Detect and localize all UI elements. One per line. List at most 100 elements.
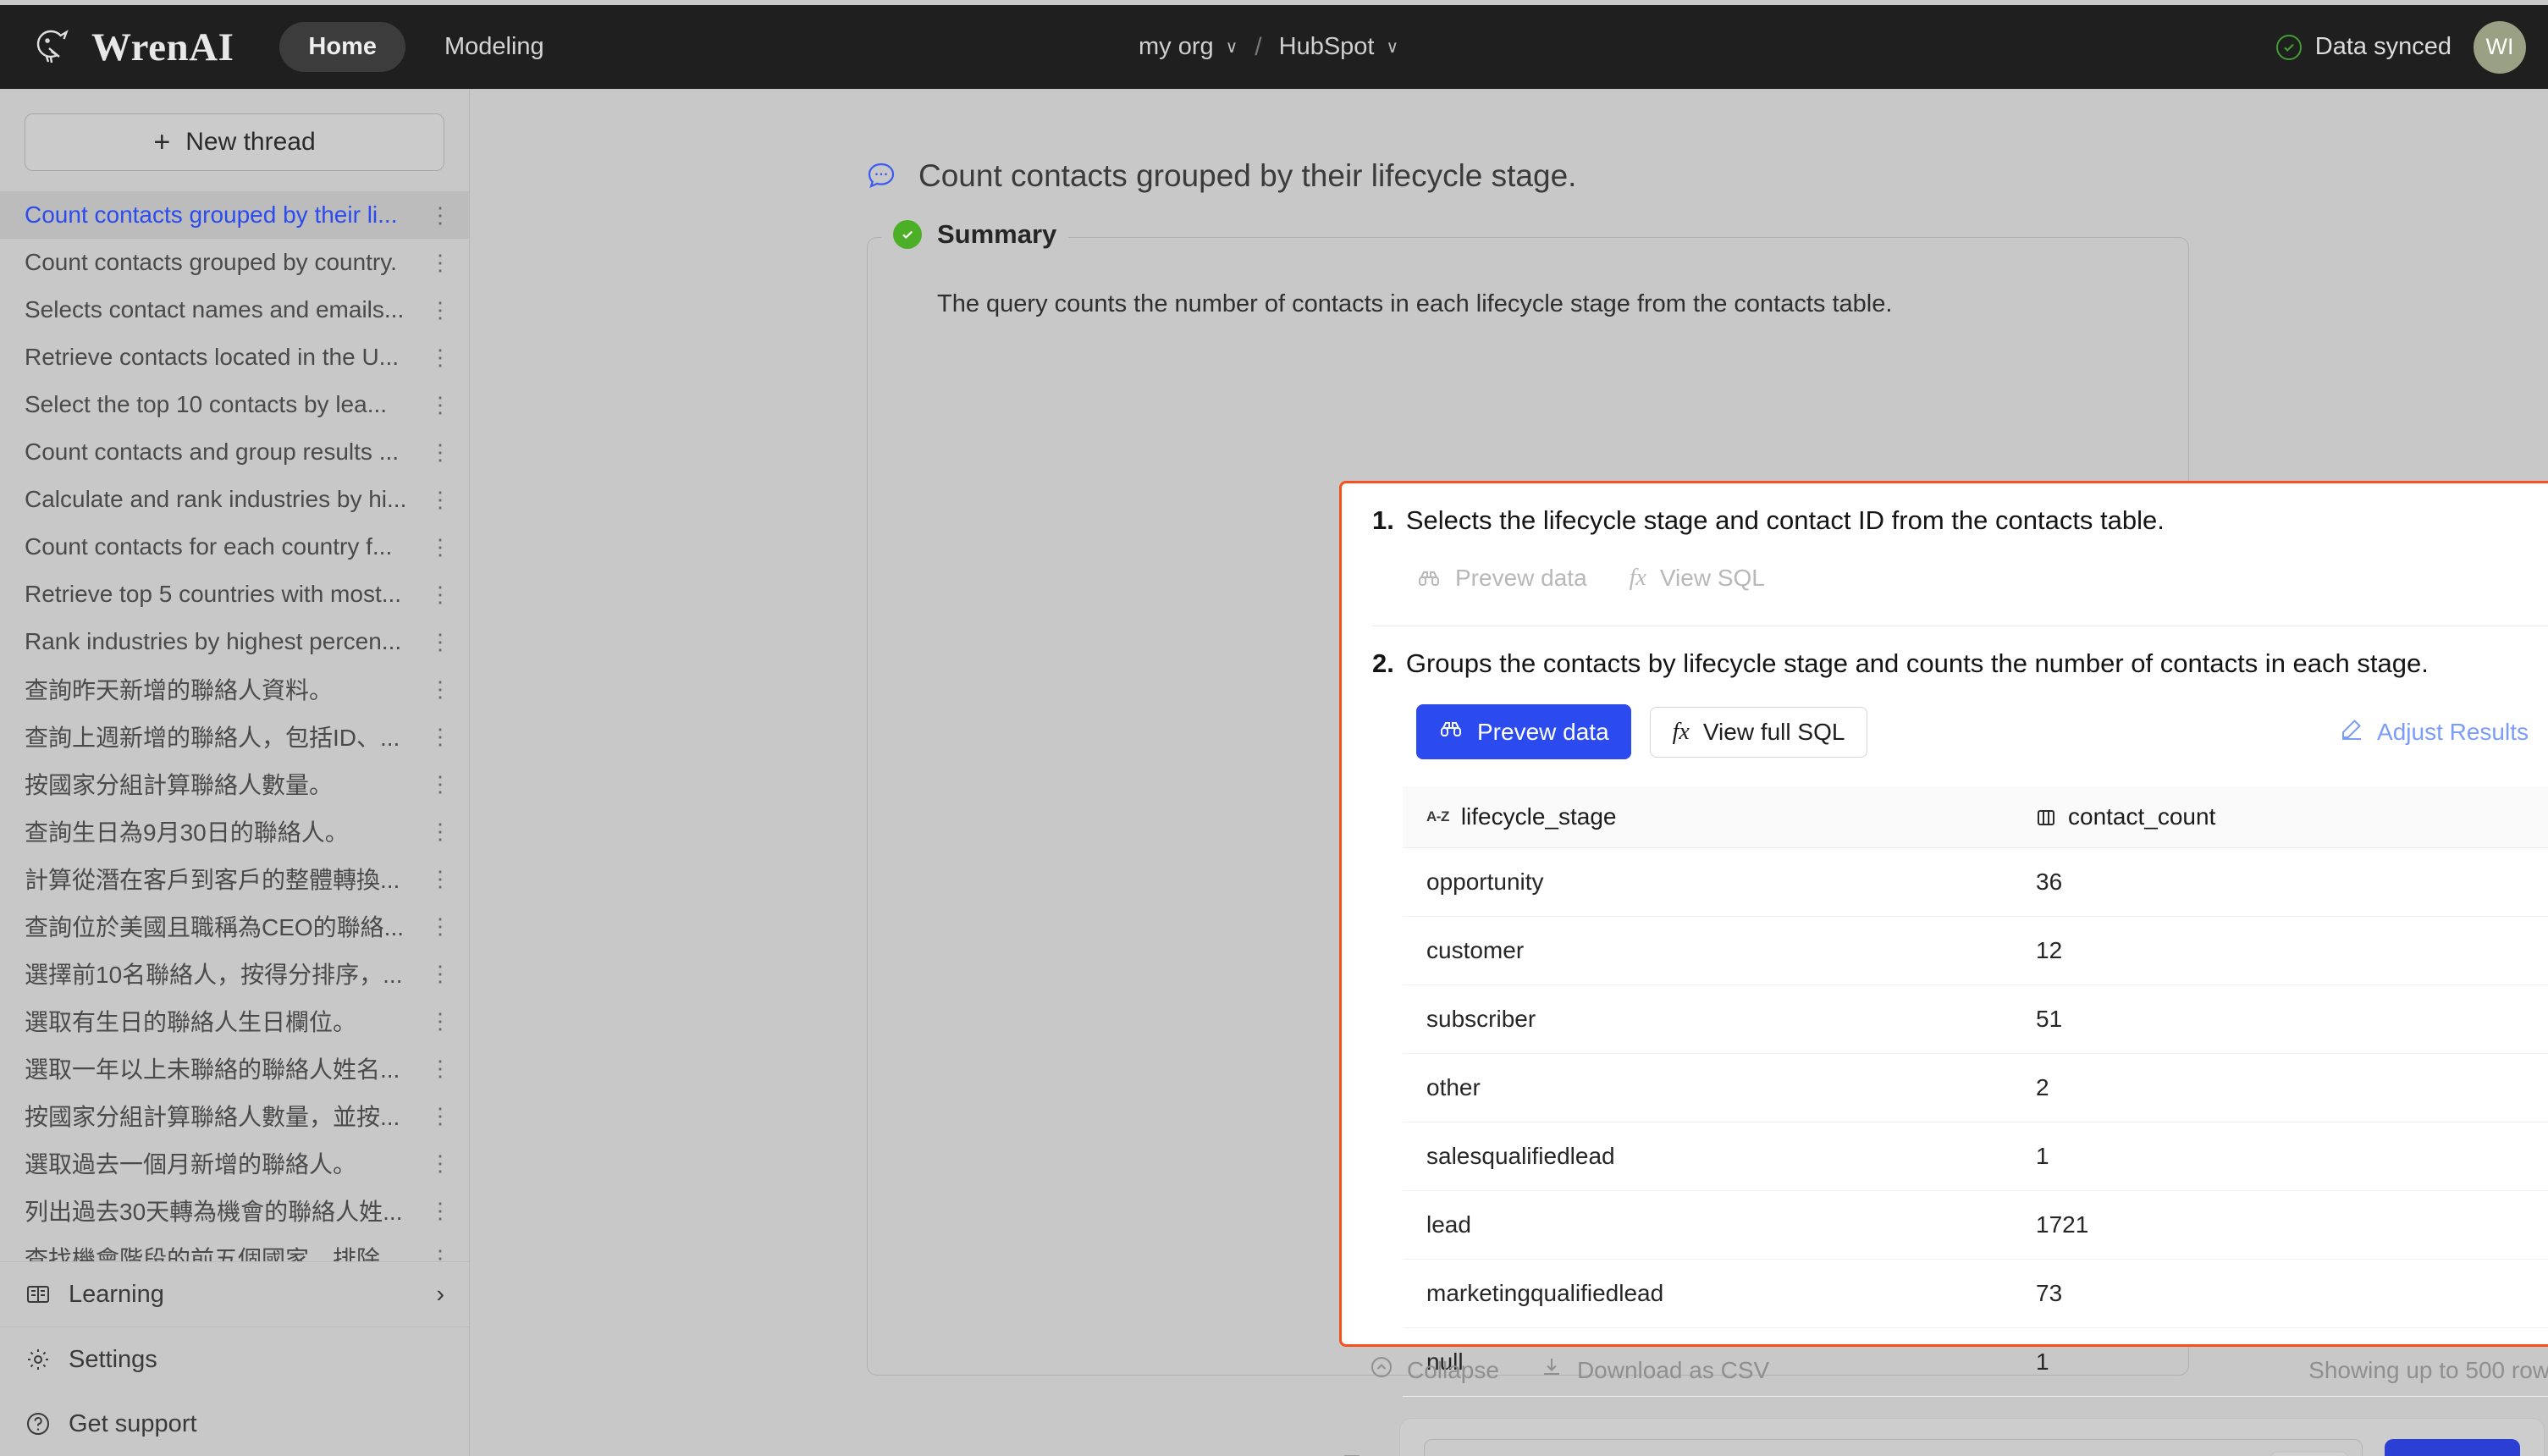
list-item[interactable]: 列出過去30天轉為機會的聯絡人姓... ⋮ xyxy=(0,1187,469,1234)
list-item[interactable]: Count contacts for each country f... ⋮ xyxy=(0,523,469,571)
more-options-icon[interactable]: ⋮ xyxy=(429,1057,452,1079)
thread-label: 按國家分組計算聯絡人數量，並按... xyxy=(25,1104,400,1130)
view-sql-label: View SQL xyxy=(1659,565,1765,591)
function-icon: fx xyxy=(1629,565,1646,591)
page-title: Count contacts grouped by their lifecycl… xyxy=(918,158,1577,193)
list-item[interactable]: Calculate and rank industries by hi... ⋮ xyxy=(0,476,469,523)
list-item[interactable]: Count contacts and group results ... ⋮ xyxy=(0,428,469,476)
preview-data-button-step1[interactable]: Prevew data xyxy=(1416,565,1587,592)
adjust-results-button[interactable]: Adjust Results xyxy=(2340,717,2529,747)
table-row: other 2 xyxy=(1403,1053,2548,1122)
save-disk-icon xyxy=(1341,1452,1366,1456)
collapse-label: Collapse xyxy=(1407,1356,1499,1383)
more-options-icon[interactable]: ⋮ xyxy=(429,1200,452,1222)
more-options-icon[interactable]: ⋮ xyxy=(429,1152,452,1174)
sidebar-item-learning[interactable]: Learning › xyxy=(0,1262,469,1326)
more-options-icon[interactable]: ⋮ xyxy=(429,868,452,890)
thread-label: 選取一年以上未聯絡的聯絡人姓名... xyxy=(25,1056,400,1083)
ask-input[interactable]: Ask to explore your data xyxy=(1424,1439,2363,1456)
summary-text: The query counts the number of contacts … xyxy=(937,290,1893,317)
more-options-icon[interactable]: ⋮ xyxy=(429,488,452,510)
list-item[interactable]: Count contacts grouped by country. ⋮ xyxy=(0,239,469,286)
more-options-icon[interactable]: ⋮ xyxy=(429,1247,452,1261)
adjust-results-label: Adjust Results xyxy=(2377,718,2529,745)
more-options-icon[interactable]: ⋮ xyxy=(429,441,452,463)
breadcrumb-project[interactable]: HubSpot ∨ xyxy=(1279,33,1399,61)
more-options-icon[interactable]: ⋮ xyxy=(429,299,452,321)
list-item[interactable]: 選取有生日的聯絡人生日欄位。 ⋮ xyxy=(0,997,469,1045)
more-options-icon[interactable]: ⋮ xyxy=(429,251,452,273)
thread-label: Selects contact names and emails... xyxy=(25,296,405,323)
save-button[interactable]: S xyxy=(1341,1452,1394,1456)
nav-item-modeling[interactable]: Modeling xyxy=(416,22,573,72)
text-column-icon: A-Z xyxy=(1426,808,1449,825)
primary-nav: Home Modeling xyxy=(279,22,572,72)
avatar[interactable]: WI xyxy=(2474,20,2526,74)
nav-item-home[interactable]: Home xyxy=(279,22,405,72)
list-item[interactable]: Count contacts grouped by their li... ⋮ xyxy=(0,191,469,239)
more-options-icon[interactable]: ⋮ xyxy=(429,346,452,368)
list-item[interactable]: 查找機會階段的前五個國家，排除 ⋮ xyxy=(0,1234,469,1261)
cell-contact-count: 2 xyxy=(2012,1053,2548,1122)
breadcrumb: my org ∨ / HubSpot ∨ xyxy=(1139,5,1398,89)
more-options-icon[interactable]: ⋮ xyxy=(429,773,452,795)
column-header-label: lifecycle_stage xyxy=(1460,803,1617,830)
ask-button[interactable]: Ask xyxy=(2385,1439,2520,1456)
more-options-icon[interactable]: ⋮ xyxy=(429,536,452,558)
preview-data-button[interactable]: Prevew data xyxy=(1416,704,1631,759)
view-sql-button-step1[interactable]: fx View SQL xyxy=(1630,565,1765,592)
step-number: 1. xyxy=(1372,505,1394,535)
more-options-icon[interactable]: ⋮ xyxy=(429,1105,452,1127)
more-options-icon[interactable]: ⋮ xyxy=(429,725,452,747)
grammarly-widget[interactable] xyxy=(2270,1451,2348,1456)
more-options-icon[interactable]: ⋮ xyxy=(429,204,452,226)
column-header-contact-count[interactable]: contact_count xyxy=(2012,786,2548,848)
list-item[interactable]: 查詢位於美國且職稱為CEO的聯絡... ⋮ xyxy=(0,902,469,950)
download-csv-button[interactable]: Download as CSV xyxy=(1540,1355,1769,1385)
list-item[interactable]: Selects contact names and emails... ⋮ xyxy=(0,286,469,334)
list-item[interactable]: Retrieve contacts located in the U... ⋮ xyxy=(0,334,469,381)
breadcrumb-org[interactable]: my org ∨ xyxy=(1139,33,1238,61)
more-options-icon[interactable]: ⋮ xyxy=(429,394,452,416)
thread-label: 選擇前10名聯絡人，按得分排序，... xyxy=(25,962,403,988)
list-item[interactable]: Retrieve top 5 countries with most... ⋮ xyxy=(0,571,469,618)
thread-label: 按國家分組計算聯絡人數量。 xyxy=(25,772,334,798)
list-item[interactable]: Select the top 10 contacts by lea... ⋮ xyxy=(0,381,469,428)
list-item[interactable]: 選取一年以上未聯絡的聯絡人姓名... ⋮ xyxy=(0,1045,469,1092)
list-item[interactable]: 選取過去一個月新增的聯絡人。 ⋮ xyxy=(0,1139,469,1187)
new-thread-button[interactable]: + New thread xyxy=(25,113,444,171)
more-options-icon[interactable]: ⋮ xyxy=(429,962,452,984)
list-item[interactable]: 查詢上週新增的聯絡人，包括ID、... ⋮ xyxy=(0,713,469,760)
summary-header: Summary xyxy=(881,219,1069,250)
thread-label: 查詢上週新增的聯絡人，包括ID、... xyxy=(25,725,400,751)
more-options-icon[interactable]: ⋮ xyxy=(429,1010,452,1032)
brand[interactable]: WrenAI xyxy=(30,25,234,70)
list-item[interactable]: 按國家分組計算聯絡人數量，並按... ⋮ xyxy=(0,1092,469,1139)
main-content: Count contacts grouped by their lifecycl… xyxy=(471,89,2548,1456)
step-2: 2. Groups the contacts by lifecycle stag… xyxy=(1342,626,2548,1397)
thread-label: 選取有生日的聯絡人生日欄位。 xyxy=(25,1009,357,1035)
wren-bird-logo-icon xyxy=(30,25,76,70)
sidebar-item-settings[interactable]: Settings xyxy=(0,1327,469,1392)
cell-contact-count: 36 xyxy=(2012,847,2548,917)
view-full-sql-button[interactable]: fx View full SQL xyxy=(1649,706,1868,758)
more-options-icon[interactable]: ⋮ xyxy=(429,583,452,605)
more-options-icon[interactable]: ⋮ xyxy=(429,915,452,937)
cell-contact-count: 1 xyxy=(2012,1122,2548,1191)
more-options-icon[interactable]: ⋮ xyxy=(429,678,452,700)
list-item[interactable]: 計算從潛在客戶到客戶的整體轉換... ⋮ xyxy=(0,855,469,902)
list-item[interactable]: 查詢昨天新增的聯絡人資料。 ⋮ xyxy=(0,665,469,713)
collapse-button[interactable]: Collapse xyxy=(1370,1355,1499,1385)
more-options-icon[interactable]: ⋮ xyxy=(429,820,452,842)
sidebar-item-get-support[interactable]: Get support xyxy=(0,1392,469,1456)
thread-label: 查詢昨天新增的聯絡人資料。 xyxy=(25,677,334,703)
more-options-icon[interactable]: ⋮ xyxy=(429,631,452,653)
list-item[interactable]: 選擇前10名聯絡人，按得分排序，... ⋮ xyxy=(0,950,469,997)
thread-label: Calculate and rank industries by hi... xyxy=(25,486,407,512)
step-text: Selects the lifecycle stage and contact … xyxy=(1405,505,2165,535)
list-item[interactable]: Rank industries by highest percen... ⋮ xyxy=(0,618,469,665)
list-item[interactable]: 查詢生日為9月30日的聯絡人。 ⋮ xyxy=(0,808,469,855)
thread-list: Count contacts grouped by their li... ⋮ … xyxy=(0,191,469,1261)
list-item[interactable]: 按國家分組計算聯絡人數量。 ⋮ xyxy=(0,760,469,808)
column-header-lifecycle-stage[interactable]: A-Z lifecycle_stage xyxy=(1403,786,2012,848)
